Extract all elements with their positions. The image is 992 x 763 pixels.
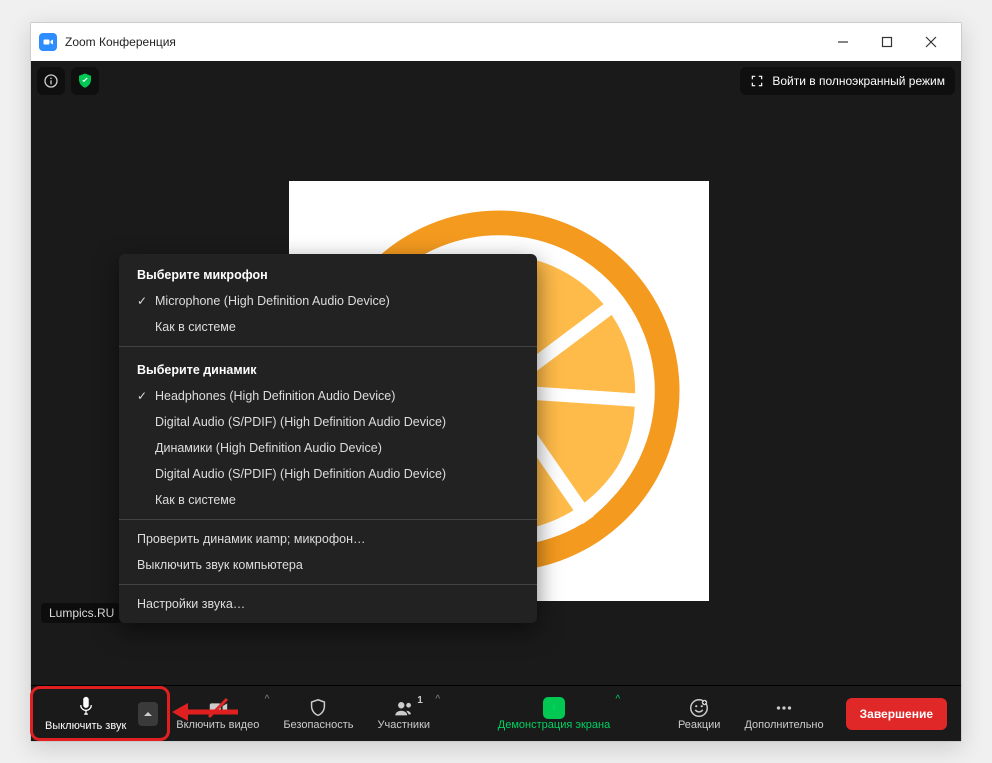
participants-icon: 1 — [393, 697, 415, 719]
fullscreen-icon — [750, 74, 764, 88]
chevron-up-icon[interactable]: ^ — [435, 694, 440, 705]
chevron-up-icon — [143, 709, 153, 719]
reactions-button[interactable]: Реакции — [666, 690, 733, 738]
speaker-option[interactable]: Динамики (High Definition Audio Device) — [119, 435, 537, 461]
enter-fullscreen-button[interactable]: Войти в полноэкранный режим — [740, 67, 955, 95]
speaker-option[interactable]: Digital Audio (S/PDIF) (High Definition … — [119, 461, 537, 487]
audio-options-menu: Выберите микрофон Microphone (High Defin… — [119, 254, 537, 623]
titlebar: Zoom Конференция — [31, 23, 961, 61]
speaker-section-header: Выберите динамик — [119, 353, 537, 383]
security-button[interactable]: Безопасность — [271, 690, 365, 738]
microphone-icon — [75, 695, 97, 720]
window-maximize-button[interactable] — [865, 27, 909, 57]
menu-separator — [119, 346, 537, 347]
meeting-info-button[interactable] — [37, 67, 65, 95]
participants-label: Участники — [377, 719, 430, 731]
annotation-arrow-icon — [170, 697, 240, 727]
participants-button[interactable]: 1 ^ Участники — [365, 690, 442, 738]
end-label: Завершение — [860, 707, 933, 721]
encryption-shield-button[interactable] — [71, 67, 99, 95]
more-button[interactable]: Дополнительно — [732, 690, 835, 738]
mute-audio-button[interactable]: Выключить звук — [39, 690, 134, 738]
video-area: Войти в полноэкранный режим Lum — [31, 61, 961, 685]
speaker-option[interactable]: Headphones (High Definition Audio Device… — [119, 383, 537, 409]
more-label: Дополнительно — [744, 719, 823, 731]
menu-separator — [119, 584, 537, 585]
mute-audio-group: Выключить звук — [39, 690, 164, 738]
share-screen-button[interactable]: ^ Демонстрация экрана — [486, 690, 622, 738]
speaker-option[interactable]: Digital Audio (S/PDIF) (High Definition … — [119, 409, 537, 435]
share-screen-icon — [543, 697, 565, 719]
chevron-up-icon[interactable]: ^ — [616, 694, 621, 705]
fullscreen-label: Войти в полноэкранный режим — [772, 74, 945, 88]
zoom-app-icon — [39, 33, 57, 51]
share-label: Демонстрация экрана — [498, 719, 610, 731]
top-overlay: Войти в полноэкранный режим — [37, 67, 955, 95]
window-close-button[interactable] — [909, 27, 953, 57]
end-meeting-button[interactable]: Завершение — [846, 698, 947, 730]
menu-separator — [119, 519, 537, 520]
smiley-icon — [688, 697, 710, 719]
test-audio-item[interactable]: Проверить динамик иamp; микрофон… — [119, 526, 537, 552]
app-window: Zoom Конференция Войти в полноэкранный р… — [30, 22, 962, 742]
window-minimize-button[interactable] — [821, 27, 865, 57]
reactions-label: Реакции — [678, 719, 721, 731]
mic-section-header: Выберите микрофон — [119, 254, 537, 288]
security-label: Безопасность — [283, 719, 353, 731]
mute-label: Выключить звук — [45, 720, 126, 732]
participants-count: 1 — [417, 695, 423, 706]
shield-icon — [307, 697, 329, 719]
mic-option[interactable]: Как в системе — [119, 314, 537, 340]
chevron-up-icon[interactable]: ^ — [265, 694, 270, 705]
window-title: Zoom Конференция — [65, 35, 821, 49]
audio-settings-item[interactable]: Настройки звука… — [119, 591, 537, 623]
leave-computer-audio-item[interactable]: Выключить звук компьютера — [119, 552, 537, 578]
mic-option[interactable]: Microphone (High Definition Audio Device… — [119, 288, 537, 314]
participant-name-label: Lumpics.RU — [41, 603, 122, 623]
more-icon — [773, 697, 795, 719]
speaker-option[interactable]: Как в системе — [119, 487, 537, 513]
audio-options-caret-button[interactable] — [138, 702, 158, 726]
